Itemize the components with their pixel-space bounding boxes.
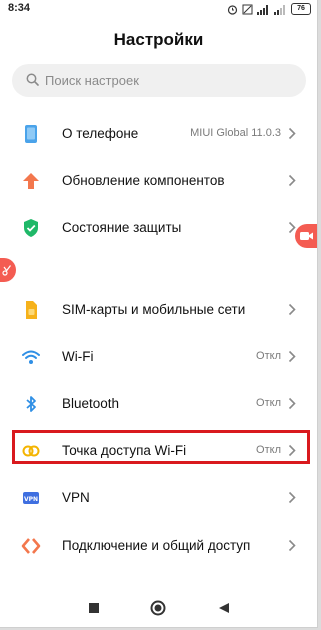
search-icon <box>26 73 39 86</box>
page-title: Настройки <box>113 30 204 49</box>
video-camera-icon <box>300 232 313 240</box>
video-record-floating-button[interactable] <box>295 224 317 248</box>
settings-item-label: SIM-карты и мобильные сети <box>62 302 246 317</box>
circle-icon[interactable] <box>150 600 166 616</box>
settings-item-connection-sharing[interactable]: Подключение и общий доступ <box>0 524 317 568</box>
chevron-right-icon <box>288 303 296 316</box>
chevron-right-icon <box>288 539 296 552</box>
triangle-back-icon[interactable] <box>218 602 230 614</box>
alarm-icon <box>227 4 238 15</box>
connection-sharing-icon <box>21 538 41 554</box>
status-icons: 76 <box>227 3 311 15</box>
wifi-icon <box>22 350 40 364</box>
chevron-right-icon <box>288 350 296 363</box>
settings-item-label: Bluetooth <box>62 396 120 411</box>
status-time: 8:34 <box>8 2 31 14</box>
phone-icon <box>25 125 37 143</box>
update-arrow-icon <box>23 173 39 189</box>
chevron-right-icon <box>288 491 296 504</box>
chevron-right-icon <box>288 174 296 187</box>
settings-item-label: Состояние защиты <box>62 220 182 235</box>
settings-item-sim-cards[interactable]: SIM-карты и мобильные сети <box>0 288 317 332</box>
chevron-right-icon <box>288 127 296 140</box>
settings-item-value: Откл <box>256 350 281 362</box>
square-icon[interactable] <box>88 602 100 614</box>
mute-icon <box>242 4 253 14</box>
settings-item-about-phone[interactable]: О телефоне MIUI Global 11.0.3 <box>0 112 317 156</box>
settings-item-value: Откл <box>256 397 281 409</box>
shield-check-icon <box>24 219 38 237</box>
settings-item-security-status[interactable]: Состояние защиты <box>0 206 317 250</box>
signal-icon-2 <box>274 4 285 15</box>
highlight-frame <box>12 430 310 464</box>
screenshot-floating-button[interactable] <box>0 258 16 282</box>
vpn-icon: VPN <box>23 492 39 504</box>
sim-card-icon <box>26 301 37 319</box>
status-bar: 8:34 76 <box>0 0 317 18</box>
signal-icon <box>257 4 268 15</box>
settings-item-vpn[interactable]: VPN VPN <box>0 476 317 520</box>
chevron-right-icon <box>288 397 296 410</box>
settings-item-label: О телефоне <box>62 126 139 141</box>
battery-icon: 76 <box>291 3 311 15</box>
settings-item-wifi[interactable]: Wi-Fi Откл <box>0 335 317 379</box>
search-input[interactable]: Поиск настроек <box>12 64 306 97</box>
settings-item-label: Подключение и общий доступ <box>62 538 251 553</box>
search-placeholder: Поиск настроек <box>45 73 139 88</box>
navigation-bar <box>0 594 317 627</box>
phone-screen: 8:34 76 Настройки Поиск настроек О телеф… <box>0 0 318 628</box>
settings-item-bluetooth[interactable]: Bluetooth Откл <box>0 382 317 426</box>
svg-text:VPN: VPN <box>24 496 38 503</box>
bluetooth-icon <box>26 396 36 412</box>
scissors-icon <box>2 265 11 276</box>
settings-item-label: VPN <box>62 490 90 505</box>
settings-item-value: MIUI Global 11.0.3 <box>190 127 281 139</box>
settings-item-label: Обновление компонентов <box>62 173 225 188</box>
settings-item-label: Wi-Fi <box>62 349 94 364</box>
settings-item-component-update[interactable]: Обновление компонентов <box>0 159 317 203</box>
